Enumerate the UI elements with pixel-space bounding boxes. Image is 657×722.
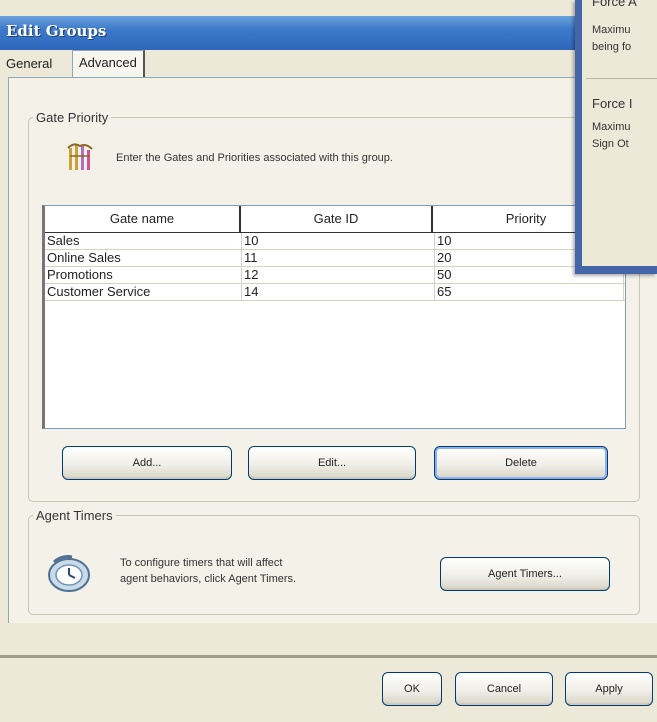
overlapping-window[interactable]: Force A Maximu being fo Force I Maximu S…	[575, 0, 657, 274]
cell-gate-name: Online Sales	[45, 250, 242, 266]
overlay-group1-desc2: being fo	[592, 41, 632, 53]
agent-timers-button[interactable]: Agent Timers...	[440, 557, 610, 591]
apply-button[interactable]: Apply	[565, 672, 653, 706]
cell-gate-id: 10	[242, 233, 435, 249]
gate-priority-table[interactable]: Gate name Gate ID Priority Sales 10 10 O…	[42, 205, 626, 429]
cell-gate-name: Sales	[45, 233, 242, 249]
edit-button[interactable]: Edit...	[248, 446, 416, 480]
column-header-gate-id[interactable]: Gate ID	[241, 206, 433, 232]
overlay-group1-desc1: Maximu	[592, 24, 631, 36]
delete-button[interactable]: Delete	[434, 446, 608, 480]
overlay-group2-label: Force I	[592, 96, 633, 111]
gate-priority-legend: Gate Priority	[36, 110, 109, 125]
table-header: Gate name Gate ID Priority	[45, 206, 625, 233]
cell-gate-name: Promotions	[45, 267, 242, 283]
ok-button[interactable]: OK	[382, 672, 442, 706]
title-bar[interactable]: Edit Groups	[0, 16, 657, 50]
cell-gate-id: 14	[242, 284, 435, 300]
agent-timers-description-line1: To configure timers that will affect	[120, 557, 283, 569]
cell-gate-name: Customer Service	[45, 284, 242, 300]
overlapping-window-content: Force A Maximu being fo Force I Maximu S…	[582, 0, 657, 266]
gate-priority-description: Enter the Gates and Priorities associate…	[116, 152, 393, 164]
agent-timers-legend: Agent Timers	[36, 508, 113, 523]
clock-icon	[48, 555, 90, 592]
overlay-group1-label: Force A	[592, 0, 637, 9]
gates-icon	[67, 143, 93, 170]
add-button[interactable]: Add...	[62, 446, 232, 480]
table-row[interactable]: Promotions 12 50	[45, 267, 625, 284]
table-row[interactable]: Online Sales 11 20	[45, 250, 625, 267]
tab-advanced[interactable]: Advanced	[72, 50, 145, 77]
agent-timers-description-line2: agent behaviors, click Agent Timers.	[120, 573, 297, 585]
tab-general[interactable]: General	[0, 52, 58, 76]
cell-gate-id: 12	[242, 267, 435, 283]
table-row[interactable]: Sales 10 10	[45, 233, 625, 250]
column-header-gate-name[interactable]: Gate name	[45, 206, 241, 232]
overlay-group2-desc2: Sign Ot	[592, 138, 629, 150]
overlay-divider	[586, 78, 657, 79]
table-row[interactable]: Customer Service 14 65	[45, 284, 625, 301]
cell-gate-id: 11	[242, 250, 435, 266]
edit-groups-dialog: Edit Groups General Advanced Gate Priori…	[0, 0, 657, 722]
footer-separator	[0, 655, 657, 658]
cell-priority: 65	[435, 284, 624, 300]
window-title: Edit Groups	[6, 22, 107, 40]
cancel-button[interactable]: Cancel	[455, 672, 553, 706]
overlay-group2-desc1: Maximu	[592, 121, 631, 133]
